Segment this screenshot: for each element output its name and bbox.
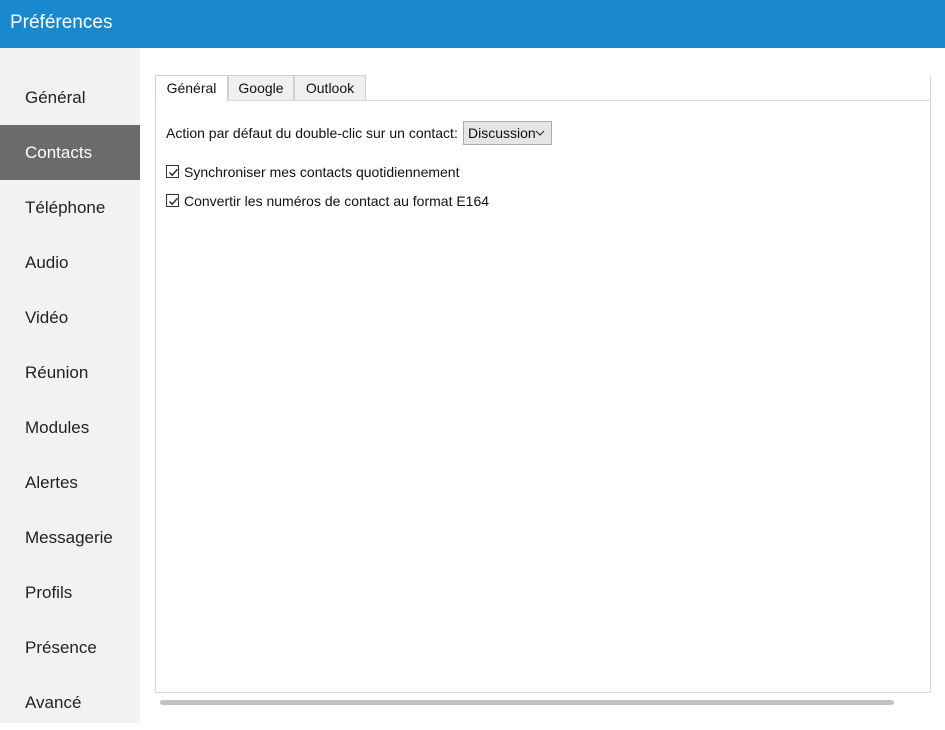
checkmark-icon: [169, 197, 179, 206]
convert-e164-label: Convertir les numéros de contact au form…: [184, 193, 490, 209]
sync-daily-checkbox[interactable]: [166, 165, 179, 178]
chevron-down-icon: [535, 122, 545, 144]
horizontal-scrollbar[interactable]: [160, 700, 894, 705]
title-bar: Préférences: [0, 0, 945, 48]
sidebar-item-contacts[interactable]: Contacts: [0, 125, 140, 180]
sidebar-item-alertes[interactable]: Alertes: [0, 455, 140, 510]
double-click-action-label: Action par défaut du double-clic sur un …: [166, 125, 458, 141]
tab-strip: Général Google Outlook: [155, 75, 931, 101]
sidebar-item-telephone[interactable]: Téléphone: [0, 180, 140, 235]
double-click-action-value: Discussion: [468, 125, 536, 141]
sidebar-item-modules[interactable]: Modules: [0, 400, 140, 455]
tab-outlook[interactable]: Outlook: [294, 75, 366, 100]
double-click-action-select[interactable]: Discussion: [463, 121, 552, 145]
sidebar-item-video[interactable]: Vidéo: [0, 290, 140, 345]
tab-google[interactable]: Google: [228, 75, 294, 100]
sidebar-item-reunion[interactable]: Réunion: [0, 345, 140, 400]
sidebar-item-avance[interactable]: Avancé: [0, 675, 140, 730]
sidebar-item-presence[interactable]: Présence: [0, 620, 140, 675]
window-title: Préférences: [10, 12, 113, 33]
sidebar-item-messagerie[interactable]: Messagerie: [0, 510, 140, 565]
sidebar: Général Contacts Téléphone Audio Vidéo R…: [0, 48, 140, 723]
convert-e164-checkbox[interactable]: [166, 194, 179, 207]
sidebar-item-audio[interactable]: Audio: [0, 235, 140, 290]
tab-general[interactable]: Général: [155, 75, 228, 101]
sidebar-item-general[interactable]: Général: [0, 70, 140, 125]
sync-daily-label: Synchroniser mes contacts quotidiennemen…: [184, 164, 460, 180]
sidebar-item-profils[interactable]: Profils: [0, 565, 140, 620]
checkmark-icon: [169, 168, 179, 177]
